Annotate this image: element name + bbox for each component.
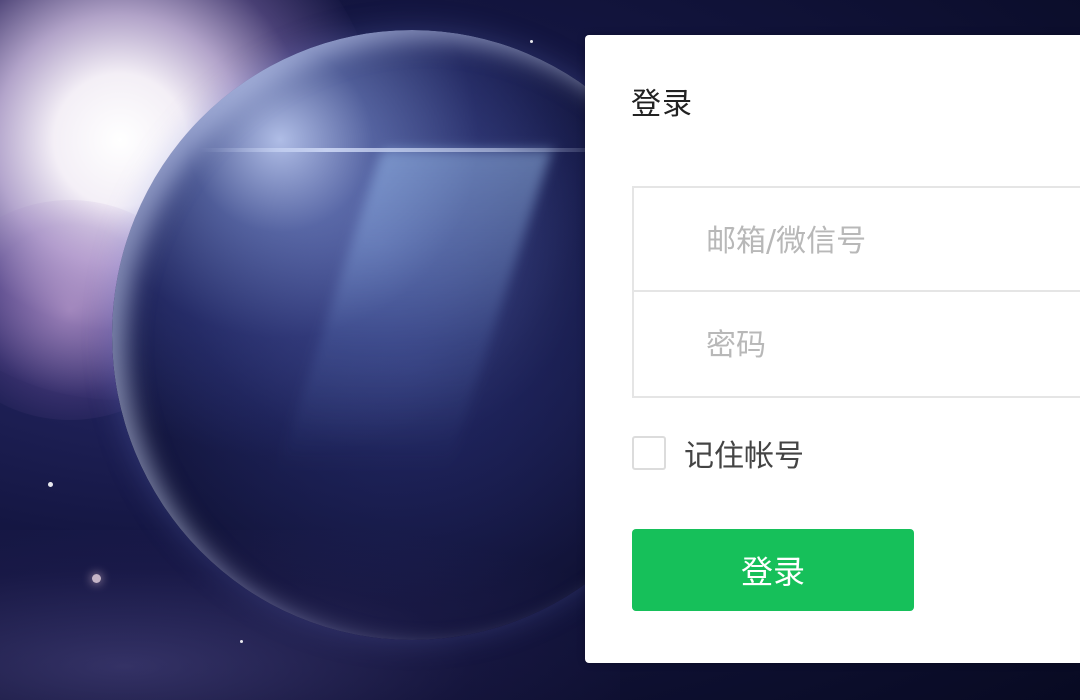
login-panel: 登录 记住帐号 登录 [585,35,1080,663]
remember-account-checkbox[interactable] [632,436,666,470]
login-form-fields [632,186,1080,398]
background-lower-nebula [0,530,620,700]
password-field-row [634,292,1080,396]
background-star [240,640,243,643]
background-planet-highlight [200,148,620,152]
login-page: 登录 记住帐号 登录 [0,0,1080,700]
remember-account-label: 记住帐号 [684,439,804,474]
background-star [530,40,533,43]
password-input[interactable] [704,316,1080,374]
login-title: 登录 [631,87,693,122]
background-star [48,482,53,487]
account-field-row [634,188,1080,292]
account-input[interactable] [704,212,1080,270]
remember-account-option[interactable]: 记住帐号 [632,433,804,474]
login-button[interactable]: 登录 [632,529,914,611]
background-star [92,574,101,583]
